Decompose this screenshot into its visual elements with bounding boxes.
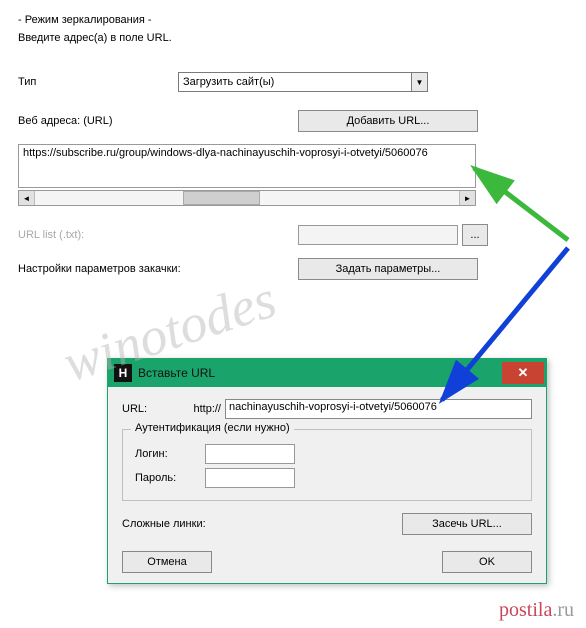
- scroll-track[interactable]: [35, 191, 459, 205]
- params-label: Настройки параметров закачки:: [18, 263, 298, 275]
- url-input-value: nachinayuschih-voprosyi-i-otvetyi/506007…: [229, 401, 437, 413]
- auth-fieldset: Аутентификация (если нужно) Логин: Парол…: [122, 429, 532, 501]
- brand-part1: postila: [499, 599, 552, 621]
- url-list-input: [298, 225, 458, 245]
- horizontal-scrollbar[interactable]: ◄ ►: [18, 190, 476, 206]
- add-url-button[interactable]: Добавить URL...: [298, 110, 478, 132]
- scroll-right-button[interactable]: ►: [459, 191, 475, 205]
- auth-legend: Аутентификация (если нужно): [131, 422, 294, 434]
- url-input[interactable]: nachinayuschih-voprosyi-i-otvetyi/506007…: [225, 399, 532, 419]
- password-label: Пароль:: [135, 472, 205, 484]
- instruction-text: Введите адрес(а) в поле URL.: [18, 32, 568, 44]
- close-icon[interactable]: ✕: [502, 362, 544, 384]
- type-select[interactable]: Загрузить сайт(ы) ▼: [178, 72, 428, 92]
- scroll-thumb[interactable]: [183, 191, 259, 205]
- footer-brand: postila.ru: [499, 599, 574, 622]
- url-textarea[interactable]: https://subscribe.ru/group/windows-dlya-…: [18, 144, 476, 188]
- mode-text: - Режим зеркалирования -: [18, 14, 568, 26]
- chevron-down-icon[interactable]: ▼: [411, 73, 427, 91]
- type-select-value: Загрузить сайт(ы): [183, 76, 274, 88]
- web-address-label: Веб адреса: (URL): [18, 115, 178, 127]
- type-label: Тип: [18, 76, 178, 88]
- url-textarea-value: https://subscribe.ru/group/windows-dlya-…: [23, 147, 428, 159]
- dialog-titlebar[interactable]: H Вставьте URL ✕: [108, 359, 546, 387]
- set-params-button[interactable]: Задать параметры...: [298, 258, 478, 280]
- url-label: URL:: [122, 403, 177, 415]
- login-input[interactable]: [205, 444, 295, 464]
- url-list-label: URL list (.txt):: [18, 229, 178, 241]
- login-label: Логин:: [135, 448, 205, 460]
- complex-links-label: Сложные линки:: [122, 518, 206, 530]
- http-prefix: http://: [177, 403, 225, 415]
- browse-button[interactable]: ...: [462, 224, 488, 246]
- cancel-button[interactable]: Отмена: [122, 551, 212, 573]
- catch-url-button[interactable]: Засечь URL...: [402, 513, 532, 535]
- password-input[interactable]: [205, 468, 295, 488]
- insert-url-dialog: H Вставьте URL ✕ URL: http:// nachinayus…: [107, 358, 547, 584]
- dialog-title: Вставьте URL: [138, 366, 502, 380]
- brand-part2: .ru: [552, 599, 574, 621]
- ok-button[interactable]: OK: [442, 551, 532, 573]
- app-icon: H: [114, 364, 132, 382]
- scroll-left-button[interactable]: ◄: [19, 191, 35, 205]
